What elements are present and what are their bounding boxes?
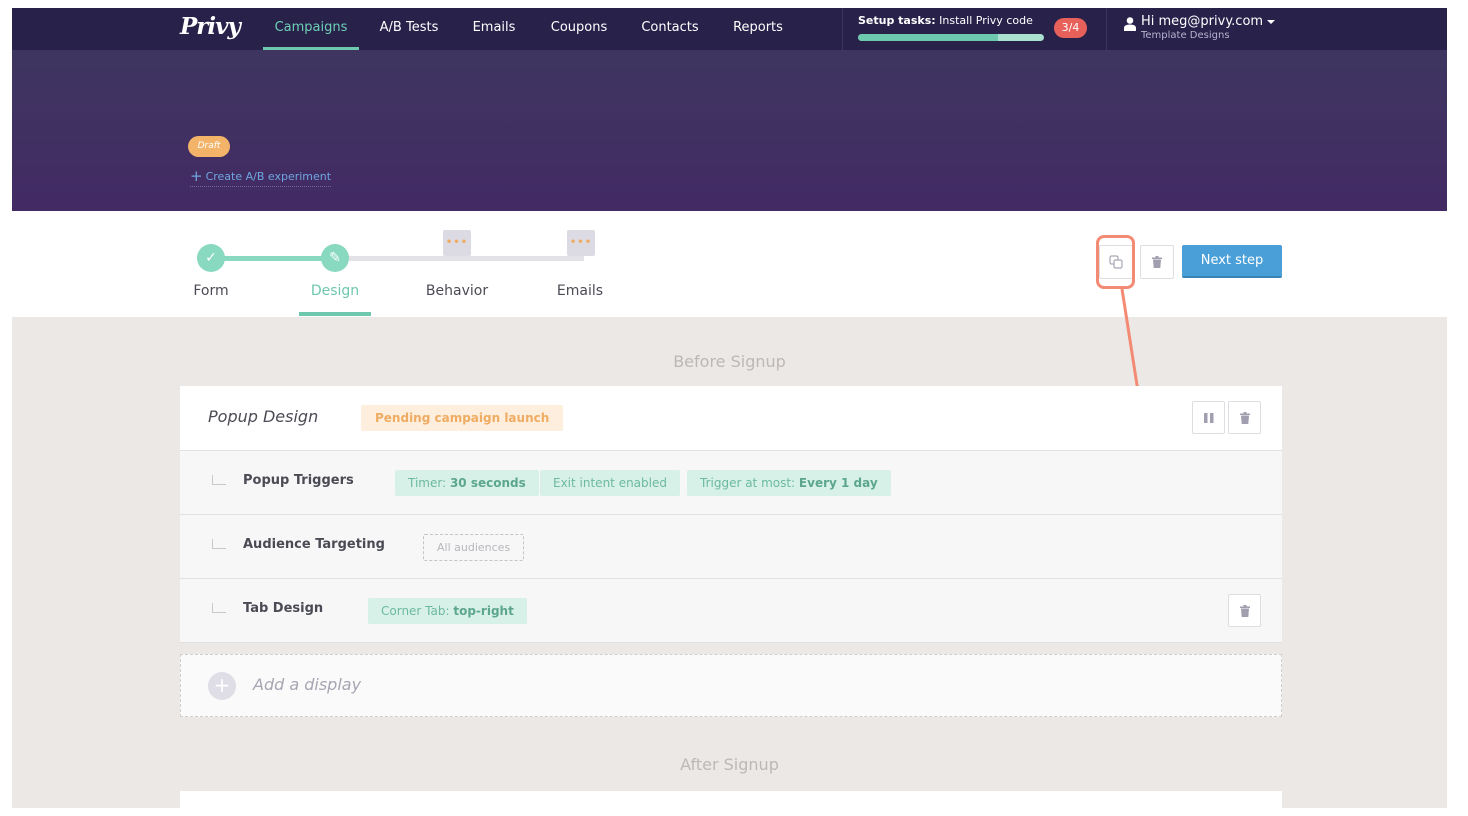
status-badge: Draft [188,136,230,157]
step-form[interactable]: Form [171,283,251,299]
delete-popup-button[interactable] [1228,401,1261,434]
step-emails-ellipsis-icon[interactable]: ••• [567,230,595,256]
chevron-down-icon [1267,19,1276,24]
nav-emails[interactable]: Emails [468,8,520,50]
popup-design-card[interactable]: Popup Design Pending campaign launch [180,386,1282,450]
trash-icon [1239,604,1250,617]
pause-icon [1203,412,1213,423]
trash-icon [1152,256,1162,268]
tab-design-row[interactable]: Tab Design Corner Tab: top-right [180,578,1282,643]
step-emails[interactable]: Emails [540,283,620,299]
nav-divider [1106,8,1107,50]
next-step-button[interactable]: Next step [1182,245,1282,278]
nav-ab-tests[interactable]: A/B Tests [376,8,442,50]
before-signup-title: Before Signup [673,352,786,371]
row-label: Popup Triggers [243,473,354,488]
popup-design-title[interactable]: Popup Design [208,407,318,426]
corner-tab-tag: Corner Tab: top-right [368,598,527,624]
pause-button[interactable] [1192,401,1225,434]
row-label: Tab Design [243,601,324,616]
setup-tasks[interactable]: Setup tasks: Install Privy code [858,14,1033,27]
nav-campaigns[interactable]: Campaigns [263,8,359,50]
tree-branch-icon [212,603,226,613]
popup-triggers-row[interactable]: Popup Triggers Timer: 30 seconds Exit in… [180,450,1282,514]
setup-count-badge: 3/4 [1054,18,1087,38]
nav-divider [842,8,843,50]
setup-tasks-prefix: Setup tasks: [858,14,936,27]
user-greeting[interactable]: Hi meg@privy.com [1141,14,1276,29]
step-connector-pending [348,256,584,261]
duplicate-icon [1109,255,1123,269]
plus-icon: + [208,672,236,700]
add-display-label: Add a display [253,675,362,694]
user-icon [1124,17,1136,31]
tree-branch-icon [212,539,226,549]
step-behavior[interactable]: Behavior [417,283,497,299]
exit-intent-tag: Exit intent enabled [540,470,680,496]
audience-targeting-row[interactable]: Audience Targeting All audiences [180,514,1282,578]
campaign-steps: ✓ ✎ ••• ••• Form Design Behavior Emails … [12,211,1447,317]
step-form-check-icon[interactable]: ✓ [197,244,225,272]
add-display-button[interactable]: + Add a display [180,654,1282,717]
step-connector-done [224,256,334,261]
trigger-frequency-tag: Trigger at most: Every 1 day [687,470,891,496]
setup-progress-fill [858,34,998,41]
after-signup-card [180,791,1282,808]
delete-campaign-button[interactable] [1140,245,1174,279]
delete-tab-design-button[interactable] [1228,594,1261,627]
step-behavior-ellipsis-icon[interactable]: ••• [443,230,471,256]
nav-coupons[interactable]: Coupons [546,8,612,50]
step-design-brush-icon[interactable]: ✎ [321,244,349,272]
timer-tag: Timer: 30 seconds [395,470,539,496]
trash-icon [1239,411,1250,424]
active-step-indicator [299,312,371,316]
nav-reports[interactable]: Reports [728,8,788,50]
after-signup-title: After Signup [680,755,779,774]
create-ab-experiment-link[interactable]: + Create A/B experiment [190,167,332,187]
audience-tag: All audiences [423,534,525,561]
plus-icon: + [190,167,203,185]
row-label: Audience Targeting [243,537,385,552]
user-org: Template Designs [1141,30,1230,41]
pending-status-badge: Pending campaign launch [361,405,564,431]
campaign-banner: Draft + Create A/B experiment [12,50,1447,211]
privy-logo[interactable]: Privy [180,13,241,40]
duplicate-button[interactable] [1099,245,1133,279]
step-design[interactable]: Design [295,283,375,299]
top-nav: Privy Campaigns A/B Tests Emails Coupons… [12,8,1447,50]
setup-progress-bar [858,34,1044,41]
tree-branch-icon [212,475,226,485]
setup-tasks-current: Install Privy code [939,14,1033,27]
nav-contacts[interactable]: Contacts [638,8,702,50]
page: Privy Campaigns A/B Tests Emails Coupons… [12,8,1447,808]
